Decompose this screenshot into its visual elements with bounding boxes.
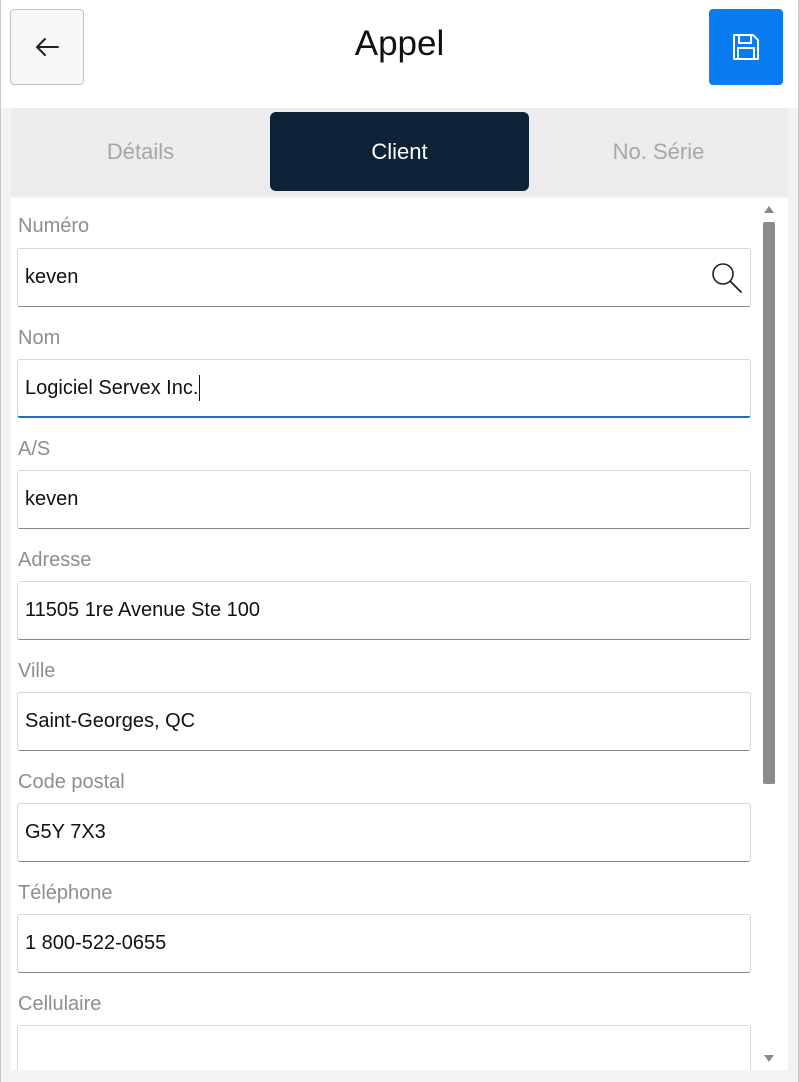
header-bar: Appel <box>1 0 798 108</box>
vertical-scrollbar[interactable] <box>760 200 778 1066</box>
telephone-value: 1 800-522-0655 <box>25 932 167 954</box>
tab-bar: Détails Client No. Série <box>11 108 788 196</box>
code-postal-label: Code postal <box>18 771 125 793</box>
telephone-label: Téléphone <box>18 882 113 904</box>
adresse-label: Adresse <box>18 549 92 571</box>
save-button[interactable] <box>709 9 783 85</box>
text-caret <box>199 375 201 401</box>
nom-value: Logiciel Servex Inc. <box>25 376 199 399</box>
app-window: Appel Détails Client No. Série Numéro ke… <box>0 0 799 1082</box>
adresse-input[interactable]: 11505 1re Avenue Ste 100 <box>17 581 751 640</box>
cellulaire-label: Cellulaire <box>18 993 102 1015</box>
adresse-value: 11505 1re Avenue Ste 100 <box>25 599 261 621</box>
telephone-input[interactable]: 1 800-522-0655 <box>17 914 751 973</box>
nom-input[interactable]: Logiciel Servex Inc. <box>17 359 751 418</box>
as-input[interactable]: keven <box>17 470 751 529</box>
ville-input[interactable]: Saint-Georges, QC <box>17 692 751 751</box>
ville-value: Saint-Georges, QC <box>25 710 196 732</box>
client-form: Numéro keven Nom Logiciel Servex Inc. A/… <box>11 198 788 1070</box>
arrow-left-icon <box>36 38 59 56</box>
as-label: A/S <box>18 438 51 460</box>
scroll-up-arrow-icon[interactable] <box>764 206 774 213</box>
scroll-thumb[interactable] <box>763 222 775 784</box>
code-postal-input[interactable]: G5Y 7X3 <box>17 803 751 862</box>
search-icon[interactable] <box>710 261 744 295</box>
code-postal-value: G5Y 7X3 <box>25 821 106 843</box>
cellulaire-input[interactable] <box>17 1025 751 1070</box>
numero-input[interactable]: keven <box>17 248 751 307</box>
as-value: keven <box>25 488 79 510</box>
numero-label: Numéro <box>18 215 90 237</box>
tab-client[interactable]: Client <box>270 112 529 191</box>
ville-label: Ville <box>18 660 56 682</box>
nom-label: Nom <box>18 327 61 349</box>
tab-details[interactable]: Détails <box>11 112 270 191</box>
numero-value: keven <box>25 266 79 288</box>
scroll-down-arrow-icon[interactable] <box>764 1055 774 1062</box>
page-title: Appel <box>354 24 445 63</box>
back-button[interactable] <box>10 9 84 85</box>
tab-no-serie[interactable]: No. Série <box>529 112 788 191</box>
floppy-disk-icon <box>733 34 759 60</box>
